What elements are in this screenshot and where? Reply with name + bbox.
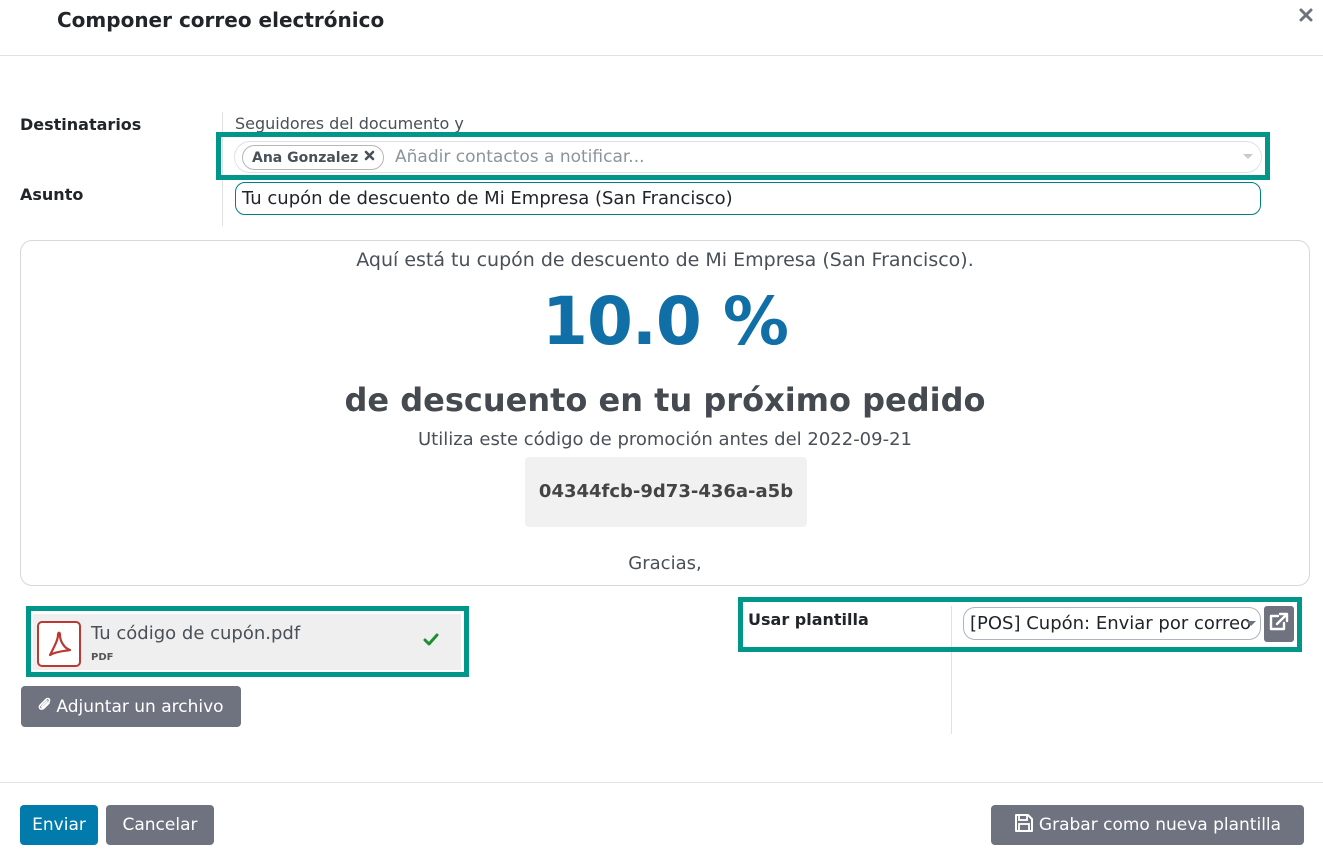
close-icon[interactable]	[1299, 6, 1313, 27]
followers-text: Seguidores del documento y	[235, 114, 464, 133]
dialog-header: Componer correo electrónico	[0, 0, 1323, 56]
paperclip-icon	[38, 696, 52, 717]
save-as-template-button[interactable]: Grabar como nueva plantilla	[991, 805, 1304, 845]
dialog-title: Componer correo electrónico	[57, 8, 385, 32]
recipients-label: Destinatarios	[20, 115, 142, 134]
thanks-text: Gracias,	[628, 553, 702, 574]
discount-value: 10.0 %	[542, 283, 789, 360]
subject-label: Asunto	[20, 185, 84, 204]
attach-file-button[interactable]: Adjuntar un archivo	[21, 686, 241, 727]
email-body-editor[interactable]: Aquí está tu cupón de descuento de Mi Em…	[20, 240, 1310, 586]
send-button[interactable]: Enviar	[20, 805, 98, 845]
body-intro: Aquí está tu cupón de descuento de Mi Em…	[356, 249, 974, 271]
validity-text: Utiliza este código de promoción antes d…	[418, 429, 912, 450]
highlight-recipients	[216, 132, 1270, 180]
discount-text: de descuento en tu próximo pedido	[344, 381, 986, 419]
coupon-code: 04344fcb-9d73-436a-a5b	[525, 457, 807, 527]
highlight-attachment	[26, 606, 469, 677]
footer-divider	[0, 782, 1323, 783]
highlight-template	[738, 597, 1302, 652]
save-as-template-label: Grabar como nueva plantilla	[1038, 815, 1282, 835]
cancel-button[interactable]: Cancelar	[106, 805, 214, 845]
subject-input[interactable]: Tu cupón de descuento de Mi Empresa (San…	[235, 182, 1261, 215]
floppy-disk-icon	[1014, 813, 1034, 838]
attach-file-label: Adjuntar un archivo	[56, 696, 224, 717]
